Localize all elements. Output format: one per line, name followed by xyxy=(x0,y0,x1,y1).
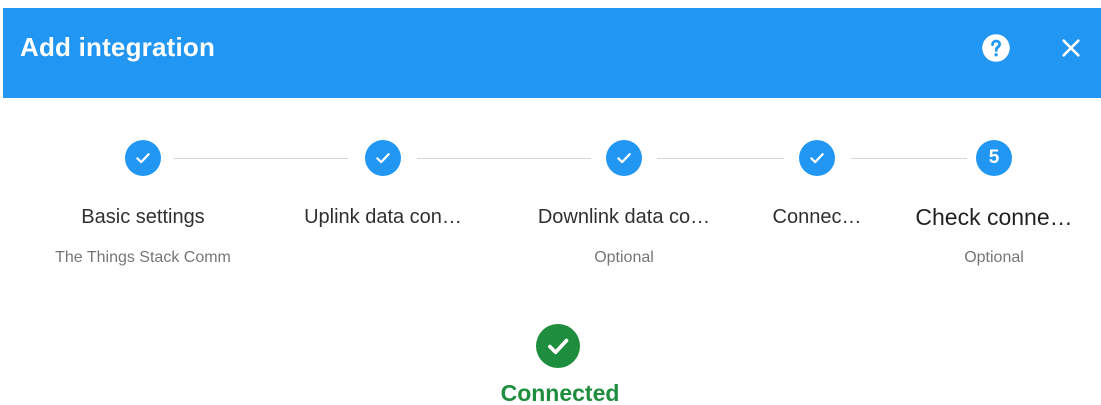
step-uplink-data[interactable]: Uplink data con… xyxy=(283,98,483,288)
step-label: Connec… xyxy=(772,206,862,228)
step-check-connection[interactable]: 5 Check conne… Optional xyxy=(894,98,1094,288)
step-downlink-data[interactable]: Downlink data co… Optional xyxy=(524,98,724,288)
check-icon xyxy=(376,153,390,164)
check-icon xyxy=(548,338,569,355)
step-completed-circle xyxy=(799,140,835,176)
help-button[interactable] xyxy=(978,30,1014,66)
step-sublabel: Optional xyxy=(594,249,654,266)
status-text: Connected xyxy=(500,380,620,405)
step-sublabel: The Things Stack Comm xyxy=(55,249,231,266)
step-label-active: Check conne… xyxy=(915,204,1073,230)
connection-status: Connected xyxy=(450,320,670,405)
step-completed-circle xyxy=(125,140,161,176)
help-circle-icon xyxy=(982,34,1010,62)
step-sublabel: Optional xyxy=(964,249,1024,266)
check-icon xyxy=(617,153,631,164)
stepper: Basic settings The Things Stack Comm Upl… xyxy=(0,98,1101,288)
check-icon xyxy=(136,153,150,164)
step-basic-settings[interactable]: Basic settings The Things Stack Comm xyxy=(43,98,243,288)
check-icon xyxy=(810,153,824,164)
dialog-title: Add integration xyxy=(20,32,216,62)
check-circle-icon xyxy=(536,324,580,368)
step-label: Downlink data co… xyxy=(537,206,711,228)
step-connection[interactable]: Connec… xyxy=(717,98,917,288)
step-completed-circle xyxy=(606,140,642,176)
step-number-circle: 5 xyxy=(976,140,1012,176)
dialog-header: Add integration xyxy=(3,8,1101,98)
step-label: Basic settings xyxy=(81,206,205,228)
close-button[interactable] xyxy=(1053,30,1089,66)
add-integration-dialog: Add integration Basic settings The Thing… xyxy=(0,0,1101,405)
step-label: Uplink data con… xyxy=(304,206,462,228)
step-completed-circle xyxy=(365,140,401,176)
close-icon xyxy=(1062,39,1080,57)
